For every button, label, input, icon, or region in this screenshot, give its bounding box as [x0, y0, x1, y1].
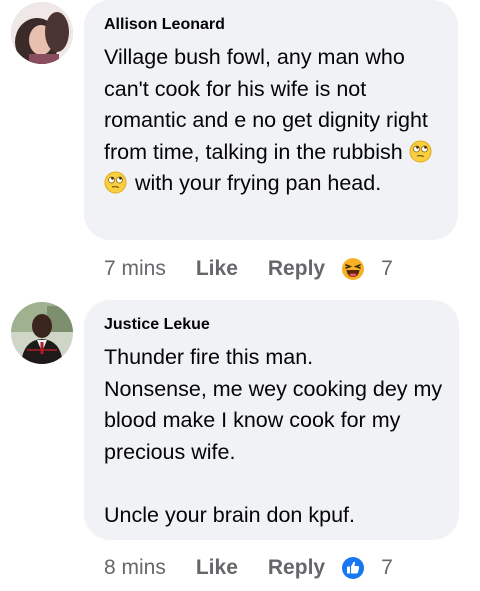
- reaction-count[interactable]: 7: [381, 257, 393, 281]
- comment-text-part: with your frying pan head.: [129, 171, 382, 195]
- comment-author[interactable]: Allison Leonard: [104, 16, 225, 34]
- comment-text-part: Village bush fowl, any man who can't coo…: [104, 45, 428, 164]
- avatar[interactable]: [11, 302, 73, 364]
- reply-button[interactable]: Reply: [268, 257, 325, 281]
- avatar[interactable]: [11, 2, 73, 64]
- like-button[interactable]: Like: [196, 257, 238, 281]
- comment-text: Village bush fowl, any man who can't coo…: [104, 42, 452, 200]
- comment-actions: 7 mins Like Reply 7: [104, 254, 393, 284]
- thumbs-up-icon[interactable]: [341, 556, 365, 580]
- comment-actions: 8 mins Like Reply 7: [104, 553, 393, 583]
- comment-author[interactable]: Justice Lekue: [104, 316, 210, 334]
- comment-text: Thunder fire this man. Nonsense, me wey …: [104, 345, 443, 527]
- comment-timestamp[interactable]: 7 mins: [104, 257, 166, 281]
- comment-item: Justice Lekue Thunder fire this man. Non…: [0, 300, 480, 591]
- comment-bubble: Justice Lekue Thunder fire this man. Non…: [84, 300, 459, 540]
- comment-bubble: Allison Leonard Village bush fowl, any m…: [84, 0, 458, 240]
- face-with-rolling-eyes-icon: [409, 140, 432, 163]
- comment-timestamp[interactable]: 8 mins: [104, 556, 166, 580]
- reply-button[interactable]: Reply: [268, 556, 325, 580]
- like-button[interactable]: Like: [196, 556, 238, 580]
- laughing-face-icon[interactable]: [341, 257, 365, 281]
- face-with-rolling-eyes-icon: [104, 171, 127, 194]
- comment-item: Allison Leonard Village bush fowl, any m…: [0, 0, 480, 290]
- reaction-count[interactable]: 7: [381, 556, 393, 580]
